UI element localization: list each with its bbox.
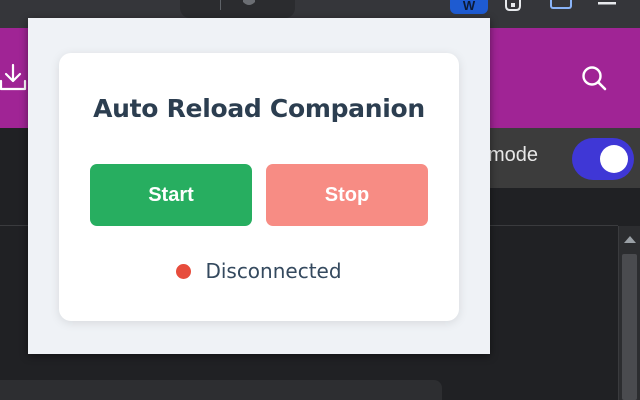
extension-w-button[interactable]: W: [450, 0, 488, 14]
extension-popup: Auto Reload Companion Start Stop Disconn…: [28, 18, 490, 354]
mode-toggle[interactable]: [572, 138, 634, 180]
side-panel-icon[interactable]: [550, 0, 572, 9]
download-icon[interactable]: [0, 63, 28, 93]
popup-title: Auto Reload Companion: [93, 94, 425, 123]
scroll-up-arrow-icon[interactable]: [624, 236, 636, 243]
shield-icon[interactable]: [241, 0, 257, 8]
extension-w-label: W: [462, 0, 476, 13]
search-icon[interactable]: [580, 64, 608, 92]
address-bar-divider: [220, 0, 221, 10]
address-bar[interactable]: [180, 0, 295, 18]
connection-status: Disconnected: [59, 259, 459, 283]
mode-toggle-knob: [600, 145, 628, 173]
bottom-panel: [0, 380, 442, 400]
scrollbar[interactable]: [618, 226, 640, 400]
start-button[interactable]: Start: [90, 164, 252, 226]
status-dot-icon: [176, 263, 192, 279]
scroll-thumb[interactable]: [622, 254, 637, 400]
popup-card: Auto Reload Companion Start Stop Disconn…: [59, 53, 459, 321]
stop-button[interactable]: Stop: [266, 164, 428, 226]
status-text: Disconnected: [205, 259, 342, 283]
puzzle-icon[interactable]: [502, 0, 524, 12]
mode-label: mode: [488, 144, 539, 166]
menu-icon[interactable]: [596, 0, 618, 12]
